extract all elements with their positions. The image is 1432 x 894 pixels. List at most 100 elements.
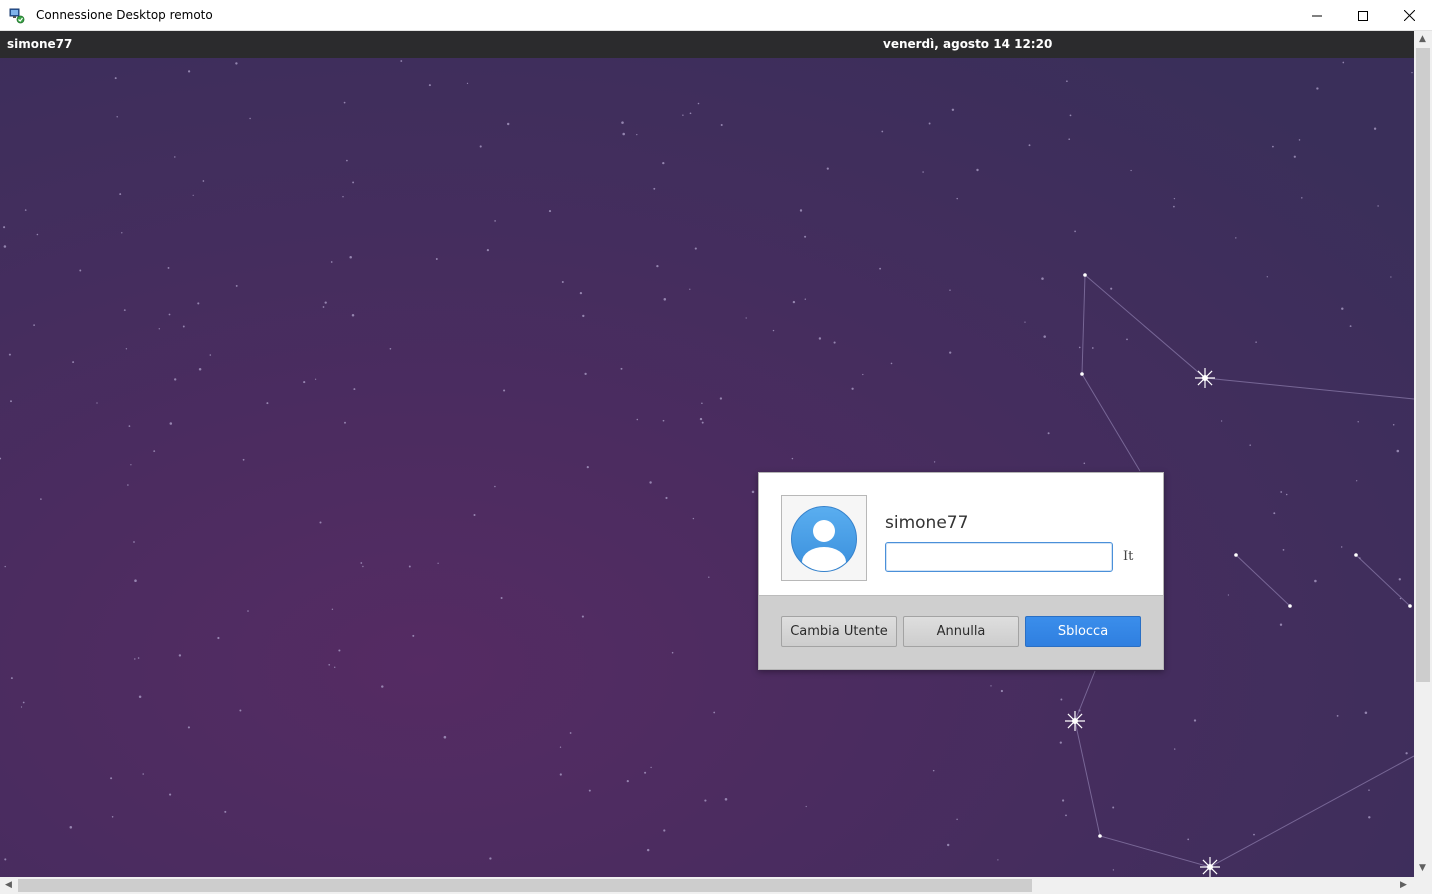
wallpaper-star	[804, 298, 807, 300]
password-field[interactable]	[885, 542, 1113, 572]
cancel-button[interactable]: Annulla	[903, 616, 1019, 647]
wallpaper-star	[174, 156, 176, 158]
wallpaper-star	[1368, 816, 1371, 819]
wallpaper-star	[699, 417, 703, 421]
wallpaper-star	[121, 232, 123, 234]
remote-desktop-viewport[interactable]: simone77 venerdì, agosto 14 12:20 simone…	[0, 31, 1414, 877]
wallpaper-star	[586, 466, 589, 469]
wallpaper-star	[72, 361, 75, 364]
minimize-button[interactable]	[1294, 0, 1340, 31]
wallpaper-star	[330, 261, 333, 263]
vertical-scrollbar[interactable]: ▲ ▼	[1414, 31, 1432, 877]
wallpaper-star	[949, 351, 952, 354]
vertical-scroll-thumb[interactable]	[1416, 48, 1430, 682]
wallpaper-star	[8, 353, 11, 356]
wallpaper-star	[1405, 752, 1408, 755]
wallpaper-star	[1368, 789, 1370, 791]
wallpaper-star	[1293, 155, 1296, 158]
wallpaper-star	[826, 167, 829, 170]
window-title: Connessione Desktop remoto	[36, 8, 213, 22]
wallpaper-star	[342, 196, 344, 198]
keyboard-layout-indicator[interactable]: It	[1123, 549, 1133, 564]
switch-user-button[interactable]: Cambia Utente	[781, 616, 897, 647]
wallpaper-star	[324, 301, 327, 304]
wallpaper-star	[1000, 689, 1004, 693]
wallpaper-star	[133, 541, 135, 543]
wallpaper-star	[701, 402, 703, 404]
wallpaper-star	[653, 187, 656, 190]
remote-desktop-icon	[9, 8, 25, 24]
wallpaper-star	[622, 132, 625, 136]
unlock-button[interactable]: Sblocca	[1025, 616, 1141, 647]
wallpaper-star	[704, 799, 707, 802]
dialog-header: simone77 It	[759, 473, 1163, 596]
wallpaper-bright-star	[1288, 604, 1292, 608]
wallpaper-star	[1316, 87, 1319, 90]
scroll-down-icon[interactable]: ▼	[1419, 863, 1426, 873]
close-button[interactable]	[1386, 0, 1432, 31]
wallpaper-star	[130, 464, 132, 466]
wallpaper-star	[1220, 420, 1223, 422]
panel-clock[interactable]: venerdì, agosto 14 12:20	[883, 37, 1052, 51]
wallpaper-star	[772, 329, 775, 332]
horizontal-scrollbar[interactable]: ◀ ▶	[0, 877, 1414, 894]
wallpaper-star	[128, 425, 131, 427]
wallpaper-star	[352, 181, 355, 184]
wallpaper-star	[1174, 748, 1176, 750]
wallpaper-bright-star	[1200, 857, 1220, 877]
wallpaper-star	[671, 651, 674, 654]
horizontal-scroll-thumb[interactable]	[18, 879, 1032, 892]
wallpaper-star	[466, 82, 469, 85]
wallpaper-star	[114, 77, 117, 80]
scroll-right-icon[interactable]: ▶	[1400, 880, 1407, 890]
wallpaper-star	[1060, 698, 1063, 701]
scroll-left-icon[interactable]: ◀	[5, 880, 12, 890]
wallpaper-star	[334, 666, 336, 668]
wallpaper-star	[10, 677, 13, 680]
wallpaper-star	[1357, 421, 1359, 423]
wallpaper-star	[4, 858, 7, 861]
wallpaper-star	[249, 117, 251, 120]
wallpaper-star	[1068, 138, 1071, 141]
wallpaper-star	[123, 309, 126, 311]
wallpaper-star	[344, 421, 346, 424]
wallpaper-star	[1411, 71, 1413, 74]
wallpaper-star	[1112, 806, 1115, 809]
wallpaper-bright-star	[1080, 372, 1084, 376]
wallpaper-bright-star	[1234, 553, 1238, 557]
wallpaper-star	[1336, 715, 1339, 717]
wallpaper-star	[137, 657, 140, 659]
wallpaper-star	[620, 367, 623, 370]
wallpaper-star	[751, 490, 755, 494]
panel-username[interactable]: simone77	[7, 37, 72, 51]
maximize-button[interactable]	[1340, 0, 1386, 31]
wallpaper-star	[134, 579, 137, 582]
wallpaper-star	[187, 726, 190, 729]
wallpaper-star	[665, 496, 668, 500]
wallpaper-star	[1078, 346, 1081, 349]
wallpaper-star	[1091, 347, 1094, 349]
wallpaper-star	[197, 302, 200, 305]
wallpaper-star	[956, 197, 958, 200]
wallpaper-star	[1047, 432, 1050, 435]
wallpaper-star	[694, 247, 697, 250]
wallpaper-star	[303, 381, 306, 384]
wallpaper-star	[1341, 307, 1344, 310]
wallpaper-bright-star	[1408, 604, 1412, 608]
wallpaper-star	[990, 685, 992, 687]
minimize-icon	[1312, 15, 1322, 16]
scroll-up-icon[interactable]: ▲	[1419, 34, 1426, 44]
wallpaper-star	[1062, 799, 1065, 802]
wallpaper-star	[1364, 711, 1368, 714]
wallpaper-star	[997, 859, 999, 861]
wallpaper-star	[360, 562, 363, 564]
wallpaper-star	[1349, 325, 1352, 328]
wallpaper-star	[319, 521, 322, 524]
wallpaper-star	[719, 397, 723, 400]
wallpaper-star	[656, 264, 659, 268]
wallpaper-star	[1227, 594, 1230, 596]
wallpaper-star	[1173, 197, 1176, 200]
wallpaper-star	[1041, 277, 1044, 280]
wallpaper-star	[381, 685, 384, 688]
wallpaper-star	[486, 248, 490, 252]
